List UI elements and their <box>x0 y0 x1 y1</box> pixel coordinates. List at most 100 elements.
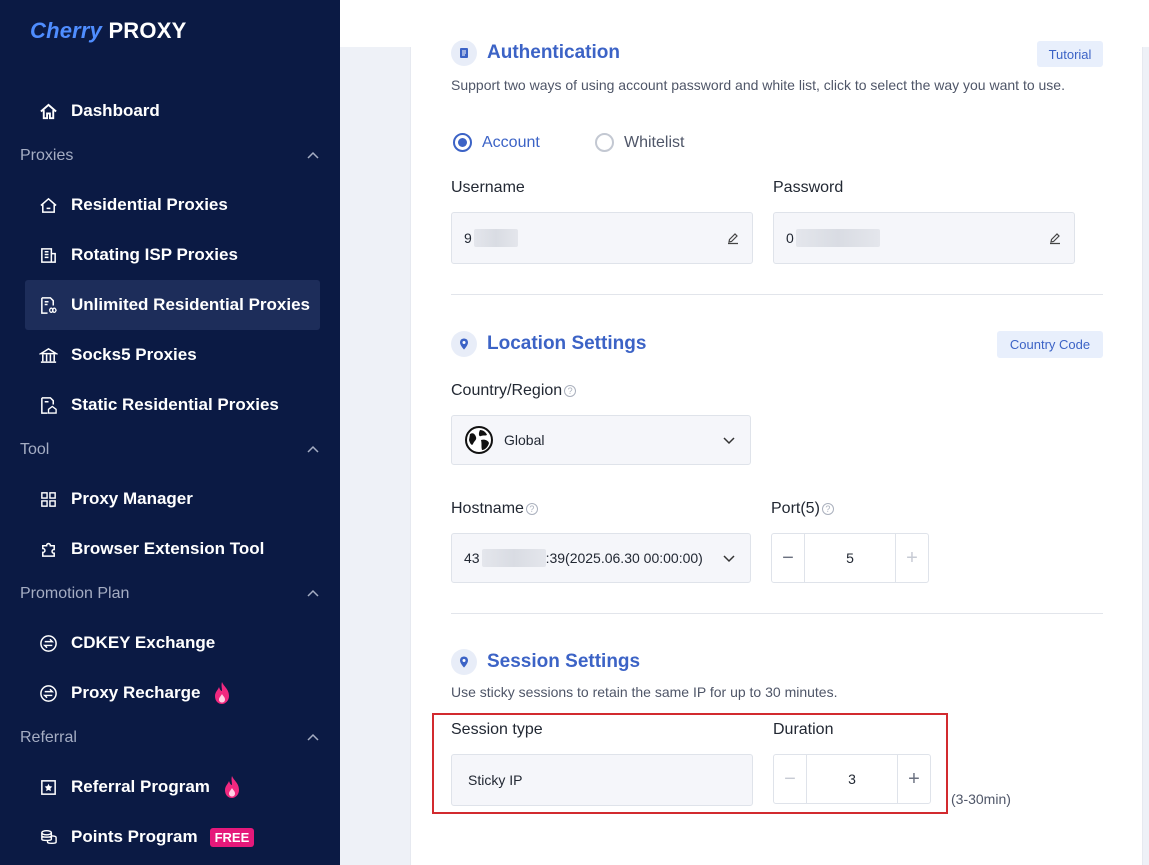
sidebar-item-label: Proxy Manager <box>71 489 193 508</box>
port-value[interactable]: 5 <box>804 534 896 582</box>
section-tool[interactable]: Tool <box>20 437 320 463</box>
help-icon[interactable]: ? <box>564 384 577 397</box>
radio-label: Account <box>482 133 540 151</box>
country-region-select[interactable]: Global <box>451 415 751 465</box>
edit-icon[interactable] <box>726 231 740 245</box>
puzzle-icon <box>38 539 58 559</box>
document-icon <box>451 40 477 66</box>
hostname-label-text: Hostname <box>451 500 524 517</box>
section-label: Referral <box>20 729 77 746</box>
sidebar-item-socks5-proxies[interactable]: Socks5 Proxies <box>25 330 320 380</box>
authentication-title: Authentication <box>487 42 620 63</box>
sidebar: Cherry PROXY Dashboard Proxies Residenti… <box>0 0 340 865</box>
edit-icon[interactable] <box>1048 231 1062 245</box>
free-badge: FREE <box>209 827 255 847</box>
logo-text-proxy: PROXY <box>108 18 187 43</box>
sidebar-item-dashboard[interactable]: Dashboard <box>25 86 320 136</box>
section-promotion-plan[interactable]: Promotion Plan <box>20 581 320 607</box>
port-label: Port(5)? <box>771 500 834 518</box>
sidebar-item-label: Referral Program <box>71 777 210 796</box>
username-label: Username <box>451 179 525 196</box>
hostname-prefix: 43 <box>464 550 480 566</box>
country-region-label-text: Country/Region <box>451 382 563 399</box>
sidebar-item-browser-extension-tool[interactable]: Browser Extension Tool <box>25 524 320 574</box>
sidebar-item-residential-proxies[interactable]: Residential Proxies <box>25 180 320 230</box>
hostname-label: Hostname? <box>451 500 538 518</box>
divider <box>451 613 1103 614</box>
sidebar-item-label: Dashboard <box>71 101 160 120</box>
hostname-select[interactable]: 43 :39(2025.06.30 00:00:00) <box>451 533 751 583</box>
house-icon <box>38 195 58 215</box>
sidebar-item-label: Browser Extension Tool <box>71 539 265 558</box>
chevron-up-icon <box>307 445 319 453</box>
help-icon[interactable]: ? <box>525 502 538 515</box>
sidebar-item-referral-program[interactable]: Referral Program <box>25 762 320 812</box>
sidebar-item-unlimited-residential-proxies[interactable]: Unlimited Residential Proxies <box>25 280 320 330</box>
grid-icon <box>38 489 58 509</box>
help-icon[interactable]: ? <box>821 502 834 515</box>
port-label-text: Port(5) <box>771 500 820 517</box>
exchange-icon <box>38 633 58 653</box>
coins-icon <box>38 827 58 847</box>
badge-icon <box>38 777 58 797</box>
radio-circle <box>595 133 614 152</box>
building-icon <box>38 245 58 265</box>
section-label: Promotion Plan <box>20 585 130 602</box>
country-region-label: Country/Region? <box>451 382 577 400</box>
hostname-suffix: :39(2025.06.30 00:00:00) <box>545 550 703 566</box>
session-settings-heading: Session Settings <box>451 649 640 675</box>
globe-icon <box>465 426 493 454</box>
section-referral[interactable]: Referral <box>20 725 320 751</box>
password-value: 0 <box>786 230 794 246</box>
home-icon <box>38 101 58 121</box>
sidebar-item-label: Rotating ISP Proxies <box>71 245 238 264</box>
sidebar-item-proxy-recharge[interactable]: Proxy Recharge <box>25 668 320 718</box>
radio-whitelist[interactable]: Whitelist <box>595 133 684 152</box>
country-code-button[interactable]: Country Code <box>997 331 1103 358</box>
authentication-description: Support two ways of using account passwo… <box>451 77 1065 93</box>
radio-circle <box>453 133 472 152</box>
document-home-icon <box>38 395 58 415</box>
section-label: Tool <box>20 441 50 458</box>
sidebar-item-label: Static Residential Proxies <box>71 395 279 414</box>
logo[interactable]: Cherry PROXY <box>30 18 186 44</box>
username-field[interactable]: 9 <box>451 212 753 264</box>
content-gutter <box>340 0 375 865</box>
sidebar-item-static-residential-proxies[interactable]: Static Residential Proxies <box>25 380 320 430</box>
tutorial-button[interactable]: Tutorial <box>1037 41 1103 67</box>
password-field[interactable]: 0 <box>773 212 1075 264</box>
location-settings-title: Location Settings <box>487 333 647 354</box>
chevron-down-icon <box>723 555 735 563</box>
radio-account[interactable]: Account <box>453 133 540 152</box>
redacted-text <box>473 229 518 247</box>
section-proxies[interactable]: Proxies <box>20 143 320 169</box>
chevron-up-icon <box>307 589 319 597</box>
username-value: 9 <box>464 230 472 246</box>
chevron-up-icon <box>307 151 319 159</box>
section-label: Proxies <box>20 147 74 164</box>
decrement-button[interactable]: − <box>772 534 804 582</box>
sidebar-item-proxy-manager[interactable]: Proxy Manager <box>25 474 320 524</box>
sidebar-item-label: Points Program <box>71 827 198 846</box>
chevron-down-icon <box>723 437 735 445</box>
sidebar-item-rotating-isp-proxies[interactable]: Rotating ISP Proxies <box>25 230 320 280</box>
fire-icon <box>224 776 239 798</box>
country-region-value: Global <box>504 432 545 448</box>
chevron-up-icon <box>307 733 319 741</box>
divider <box>451 294 1103 295</box>
radio-label: Whitelist <box>624 133 685 151</box>
authentication-heading: Authentication <box>451 40 620 66</box>
sidebar-item-label: Residential Proxies <box>71 195 228 214</box>
exchange-icon <box>38 683 58 703</box>
duration-range-note: (3-30min) <box>951 791 1011 807</box>
sidebar-item-cdkey-exchange[interactable]: CDKEY Exchange <box>25 618 320 668</box>
sidebar-item-label: CDKEY Exchange <box>71 633 216 652</box>
increment-button[interactable]: + <box>896 534 928 582</box>
port-stepper[interactable]: − 5 + <box>771 533 929 583</box>
location-pin-icon <box>451 331 477 357</box>
session-settings-title: Session Settings <box>487 651 641 672</box>
bank-icon <box>38 345 58 365</box>
sidebar-item-points-program[interactable]: Points Program FREE <box>25 812 320 862</box>
highlight-box <box>432 713 948 814</box>
document-infinity-icon <box>38 295 58 315</box>
